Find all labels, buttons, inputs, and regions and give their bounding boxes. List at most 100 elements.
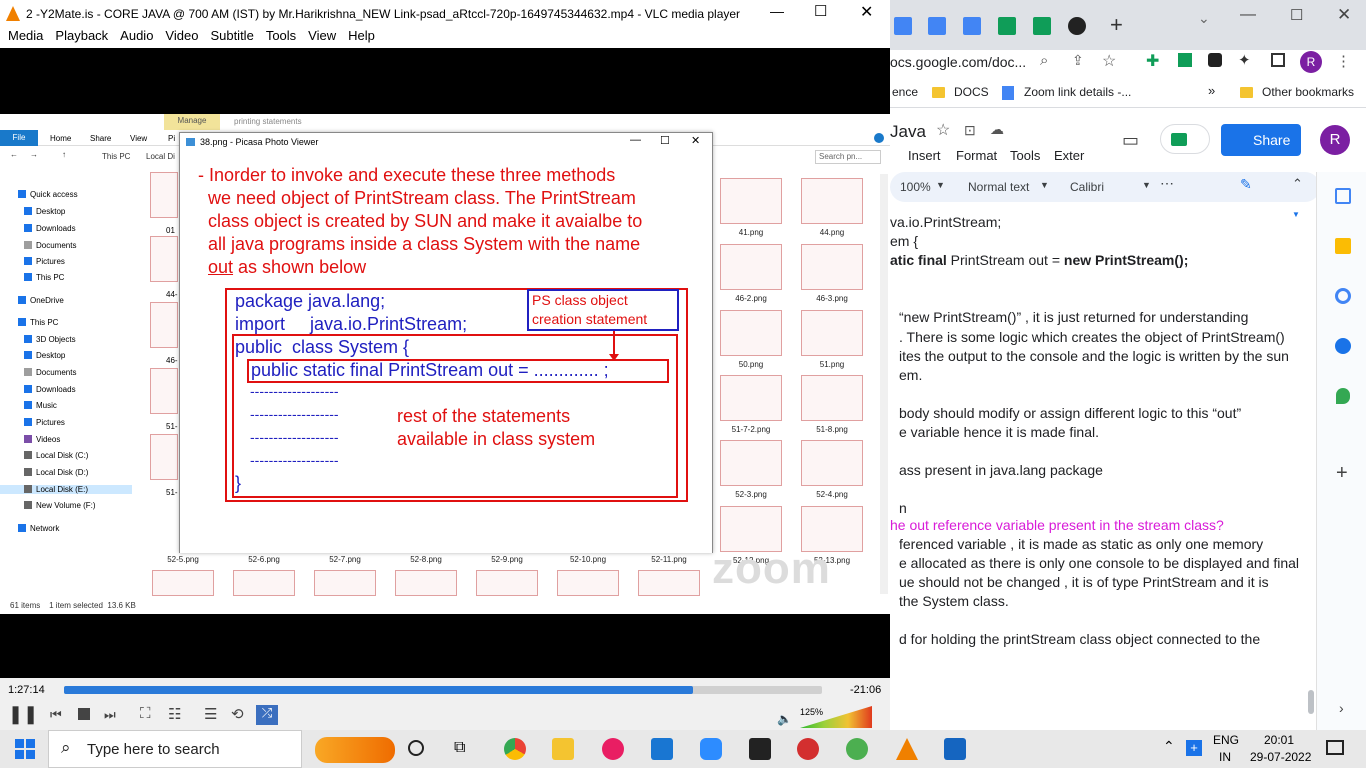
photos-icon[interactable] (944, 738, 966, 760)
seek-bar[interactable] (64, 686, 822, 694)
file-thumbnail[interactable] (150, 236, 178, 282)
sheets-tab-icon[interactable] (1033, 17, 1051, 35)
task-view-icon[interactable]: ⧉ (454, 739, 465, 757)
remaining-time[interactable]: -21:06 (850, 684, 881, 696)
minimize-icon[interactable]: — (630, 134, 641, 146)
store-icon[interactable] (651, 738, 673, 760)
chevron-right-icon[interactable]: › (1339, 700, 1344, 716)
new-tab-icon[interactable]: + (1110, 12, 1123, 38)
volume-icon[interactable]: 🔈 (777, 712, 792, 726)
profile-avatar[interactable]: R (1300, 51, 1322, 73)
snipping-tool-icon[interactable] (602, 738, 624, 760)
more-icon[interactable]: ⋯ (1160, 175, 1174, 192)
font-select[interactable]: Calibri (1070, 180, 1104, 194)
keep-icon[interactable] (1335, 238, 1351, 254)
file-thumbnail[interactable] (152, 570, 214, 596)
file-thumbnail[interactable] (801, 310, 863, 356)
file-thumbnail[interactable] (233, 570, 295, 596)
file-thumbnail[interactable] (638, 570, 700, 596)
menu-extensions[interactable]: Exter (1054, 148, 1084, 163)
comments-icon[interactable]: ▭ (1122, 130, 1139, 151)
menu-format[interactable]: Format (956, 148, 997, 163)
playlist-button[interactable]: ☰ (204, 705, 217, 723)
explorer-scrollbar[interactable] (880, 174, 888, 594)
edit-mode-icon[interactable]: ✎ (1240, 176, 1252, 193)
extension-icon[interactable]: ✚ (1146, 51, 1159, 71)
docs-tab-icon[interactable] (963, 17, 981, 35)
video-frame[interactable]: Manage printing statements File Home Sha… (0, 114, 890, 614)
file-thumbnail[interactable] (314, 570, 376, 596)
file-explorer-icon[interactable] (552, 738, 574, 760)
loop-button[interactable]: ⟲ (231, 705, 244, 723)
next-button[interactable]: ⏭ (104, 707, 116, 723)
close-icon[interactable]: ✕ (860, 2, 873, 22)
extension-icon[interactable] (1178, 53, 1192, 67)
file-thumbnail[interactable] (557, 570, 619, 596)
menu-audio[interactable]: Audio (120, 28, 153, 43)
extended-settings-button[interactable]: ☷ (168, 705, 181, 723)
menu-subtitle[interactable]: Subtitle (210, 28, 253, 43)
clock-time[interactable]: 20:01 (1264, 733, 1294, 747)
bookmark-star-icon[interactable]: ☆ (1102, 51, 1116, 71)
picasa-titlebar[interactable]: 38.png - Picasa Photo Viewer — ☐ ✕ (180, 133, 712, 151)
language-bottom[interactable]: IN (1219, 750, 1231, 764)
url-text[interactable]: ocs.google.com/doc... (890, 54, 1026, 70)
doc-scrollbar-thumb[interactable] (1308, 690, 1314, 714)
contacts-icon[interactable] (1335, 338, 1351, 354)
extension-icon[interactable] (1208, 53, 1222, 67)
pause-button[interactable]: ❚❚ (8, 704, 38, 725)
file-thumbnail[interactable] (476, 570, 538, 596)
file-thumbnail[interactable] (395, 570, 457, 596)
sidebar-icon[interactable] (1271, 53, 1285, 67)
chrome-taskbar-icon[interactable] (504, 738, 526, 760)
zoom-select[interactable]: 100% (900, 180, 931, 194)
close-icon[interactable]: ✕ (691, 134, 700, 147)
doc-title[interactable]: Java (890, 122, 926, 142)
file-thumbnail[interactable] (150, 302, 178, 348)
menu-tools[interactable]: Tools (266, 28, 296, 43)
file-thumbnail[interactable] (150, 368, 178, 414)
tab-search-icon[interactable]: ⌄ (1198, 10, 1210, 27)
menu-tools[interactable]: Tools (1010, 148, 1040, 163)
docs-tab-icon[interactable] (928, 17, 946, 35)
clock-date[interactable]: 29-07-2022 (1250, 750, 1311, 764)
leaf-app-icon[interactable] (846, 738, 868, 760)
tasks-icon[interactable] (1335, 288, 1351, 304)
file-thumbnail[interactable] (801, 375, 863, 421)
restore-icon[interactable]: ☐ (1290, 6, 1303, 24)
more-bookmarks-icon[interactable]: » (1208, 83, 1215, 98)
account-avatar[interactable]: R (1320, 125, 1350, 155)
chevron-up-icon[interactable]: ⌃ (1292, 176, 1303, 192)
star-icon[interactable]: ☆ (936, 120, 950, 140)
move-folder-icon[interactable]: ⊡ (964, 122, 976, 139)
meet-button[interactable] (1160, 124, 1210, 154)
file-thumbnail[interactable] (720, 244, 782, 290)
previous-button[interactable]: ⏮ (50, 707, 62, 723)
sticky-notes-icon[interactable] (749, 738, 771, 760)
menu-help[interactable]: Help (348, 28, 375, 43)
file-thumbnail[interactable] (720, 375, 782, 421)
sheets-tab-icon[interactable] (998, 17, 1016, 35)
add-addon-icon[interactable]: + (1336, 462, 1348, 485)
bookmark-item[interactable]: ence (892, 85, 918, 99)
fullscreen-button[interactable]: ⛶ (140, 705, 151, 722)
zoom-icon[interactable] (700, 738, 722, 760)
language-top[interactable]: ENG (1213, 733, 1239, 747)
address-bar[interactable]: ocs.google.com/doc... ⌕ ⇪ ☆ ✚ ✦ R ⋮ (890, 50, 1366, 76)
tray-app-icon[interactable]: + (1186, 740, 1202, 756)
notification-icon[interactable] (1326, 740, 1344, 755)
vlc-taskbar-icon[interactable] (896, 738, 918, 760)
github-tab-icon[interactable] (1068, 17, 1086, 35)
cortana-icon[interactable] (408, 740, 424, 756)
calendar-icon[interactable] (1335, 188, 1351, 204)
file-thumbnail[interactable] (720, 310, 782, 356)
search-icon[interactable]: ⌕ (1040, 52, 1048, 69)
stop-button[interactable] (78, 708, 90, 720)
record-icon[interactable] (797, 738, 819, 760)
maximize-icon[interactable]: ☐ (814, 2, 827, 20)
share-button[interactable]: Share (1221, 124, 1301, 156)
menu-insert[interactable]: Insert (908, 148, 941, 163)
puzzle-icon[interactable]: ✦ (1238, 51, 1251, 69)
docs-tab-icon[interactable] (894, 17, 912, 35)
menu-video[interactable]: Video (165, 28, 198, 43)
